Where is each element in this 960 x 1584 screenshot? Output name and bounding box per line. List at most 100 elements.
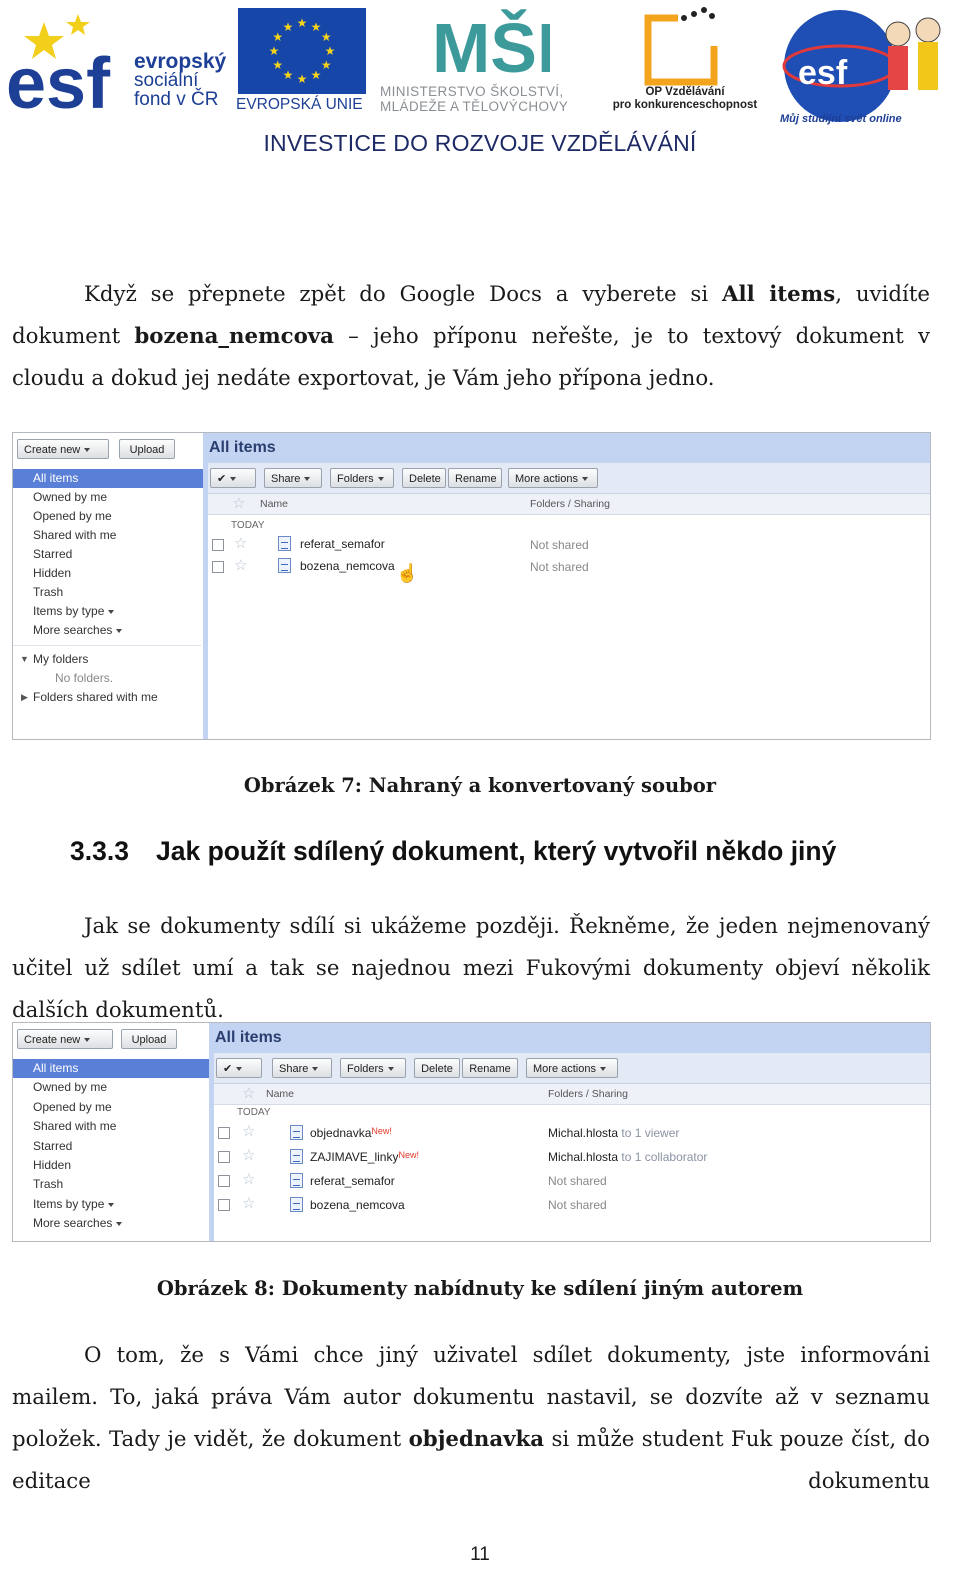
group-today: TODAY xyxy=(231,520,265,531)
table-row[interactable]: ☆ bozena_nemcova ☝ Not shared xyxy=(208,555,930,583)
more-actions-button[interactable]: More actions xyxy=(508,468,598,488)
row-checkbox[interactable] xyxy=(218,1151,230,1163)
delete-button[interactable]: Delete xyxy=(414,1058,460,1078)
create-new-button[interactable]: Create new xyxy=(17,439,109,459)
row-sharing: Michal.hlosta to 1 collaborator xyxy=(548,1150,708,1164)
chevron-down-icon xyxy=(84,448,91,453)
svg-text:MŠMT: MŠMT xyxy=(432,8,550,84)
sidebar-item-shared-folders[interactable]: ▶ Folders shared with me xyxy=(13,688,158,707)
star-icon[interactable]: ☆ xyxy=(234,536,247,551)
sidebar-item-owned[interactable]: Owned by me xyxy=(13,488,107,507)
sidebar-item-opened[interactable]: Opened by me xyxy=(13,507,112,526)
row-checkbox[interactable] xyxy=(218,1127,230,1139)
sidebar-item-shared[interactable]: Shared with me xyxy=(13,1117,116,1136)
sidebar-item-all-items[interactable]: All items xyxy=(13,1059,209,1078)
row-filename[interactable]: bozena_nemcova xyxy=(310,1198,405,1212)
chevron-down-icon xyxy=(236,1067,243,1072)
msmt-logo: MŠMT xyxy=(432,8,550,84)
rename-button[interactable]: Rename xyxy=(448,468,502,488)
sidebar-item-trash[interactable]: Trash xyxy=(13,1175,63,1194)
para1-all-items: All items xyxy=(722,282,836,307)
rename-button[interactable]: Rename xyxy=(462,1058,518,1078)
star-icon[interactable]: ☆ xyxy=(234,558,247,573)
checkmark-icon: ✔ xyxy=(223,1063,233,1075)
row-sharing: Not shared xyxy=(548,1174,607,1188)
document-icon xyxy=(278,536,291,551)
upload-button[interactable]: Upload xyxy=(121,1029,177,1049)
chevron-down-icon xyxy=(387,1067,394,1072)
share-button[interactable]: Share xyxy=(264,468,322,488)
table-row[interactable]: ☆ referat_semafor Not shared xyxy=(214,1169,930,1191)
sidebar-item-trash[interactable]: Trash xyxy=(13,583,63,602)
sidebar-item-shared[interactable]: Shared with me xyxy=(13,526,116,545)
row-filename[interactable]: ZAJIMAVE_linkyNew! xyxy=(310,1150,419,1164)
delete-button[interactable]: Delete xyxy=(402,468,446,488)
sidebar-item-starred[interactable]: Starred xyxy=(13,545,72,564)
para2-text: Jak se dokumenty sdílí si ukážeme pozděj… xyxy=(12,914,930,1023)
column-sharing[interactable]: Folders / Sharing xyxy=(548,1088,628,1100)
row-sharing: Not shared xyxy=(548,1198,607,1212)
row-sharing: Michal.hlosta to 1 viewer xyxy=(548,1126,680,1140)
share-button[interactable]: Share xyxy=(272,1058,332,1078)
para1-part-a: Když se přepnete zpět do Google Docs a v… xyxy=(84,282,722,307)
sidebar-item-more-searches[interactable]: More searches xyxy=(13,1214,123,1233)
toolbar: ✔ Share Folders Delete Rename More actio… xyxy=(208,463,930,494)
section-title: Jak použít sdílený dokument, který vytvo… xyxy=(156,836,837,866)
eu-star-icon: ★ xyxy=(311,20,322,34)
sidebar-item-starred[interactable]: Starred xyxy=(13,1137,72,1156)
row-checkbox[interactable] xyxy=(212,539,224,551)
sidebar-item-hidden[interactable]: Hidden xyxy=(13,564,71,583)
row-checkbox[interactable] xyxy=(212,561,224,573)
sidebar-item-more-searches[interactable]: More searches xyxy=(13,621,123,640)
banner-title: All items xyxy=(209,439,276,456)
eu-star-icon: ★ xyxy=(297,16,308,30)
star-icon[interactable]: ☆ xyxy=(242,1172,255,1187)
table-row[interactable]: ☆ referat_semafor Not shared xyxy=(208,533,930,555)
eu-star-icon: ★ xyxy=(321,58,332,72)
star-icon[interactable]: ☆ xyxy=(242,1148,255,1163)
table-row[interactable]: ☆ objednavkaNew! Michal.hlosta to 1 view… xyxy=(214,1121,930,1143)
create-new-button[interactable]: Create new xyxy=(17,1029,113,1049)
table-row[interactable]: ☆ ZAJIMAVE_linkyNew! Michal.hlosta to 1 … xyxy=(214,1145,930,1167)
row-filename[interactable]: referat_semafor xyxy=(300,537,385,551)
folders-button[interactable]: Folders xyxy=(340,1058,406,1078)
shared-document-icon xyxy=(290,1125,303,1140)
esf-logo: esf xyxy=(6,14,111,112)
svg-text:Můj studijní svět online: Můj studijní svět online xyxy=(780,113,902,125)
row-filename[interactable]: referat_semafor xyxy=(310,1174,395,1188)
row-filename[interactable]: bozena_nemcova xyxy=(300,559,395,573)
caption-figure-8: Obrázek 8: Dokumenty nabídnuty ke sdílen… xyxy=(156,1277,804,1300)
column-sharing[interactable]: Folders / Sharing xyxy=(530,498,610,510)
no-folders-label: No folders. xyxy=(55,671,114,685)
table-row[interactable]: ☆ bozena_nemcova Not shared xyxy=(214,1193,930,1215)
sidebar-item-items-by-type[interactable]: Items by type xyxy=(13,1195,115,1214)
column-name[interactable]: Name xyxy=(266,1088,294,1100)
eu-label: EVROPSKÁ UNIE xyxy=(236,96,363,113)
star-icon[interactable]: ☆ xyxy=(242,1196,255,1211)
select-checkbox-menu[interactable]: ✔ xyxy=(210,468,256,488)
triangle-down-icon: ▼ xyxy=(20,654,29,664)
folders-button[interactable]: Folders xyxy=(330,468,394,488)
sidebar-item-my-folders[interactable]: ▼ My folders xyxy=(13,650,88,669)
sidebar-item-hidden[interactable]: Hidden xyxy=(13,1156,71,1175)
row-checkbox[interactable] xyxy=(218,1175,230,1187)
row-filename[interactable]: objednavkaNew! xyxy=(310,1126,392,1140)
sidebar-item-opened[interactable]: Opened by me xyxy=(13,1098,112,1117)
select-checkbox-menu[interactable]: ✔ xyxy=(216,1058,262,1078)
screenshot-figure-7: Create new Upload All items All items Ow… xyxy=(12,432,931,740)
esf-line-1: evropský xyxy=(134,50,227,73)
row-checkbox[interactable] xyxy=(218,1199,230,1211)
chevron-down-icon xyxy=(116,1221,123,1226)
caption-figure-7: Obrázek 7: Nahraný a konvertovaný soubor xyxy=(243,774,717,797)
sidebar-item-items-by-type[interactable]: Items by type xyxy=(13,602,115,621)
header-logos: esf evropský sociální fond v ČR ★ ★ ★ ★ ★ ★ ★ ★… xyxy=(0,0,960,130)
msmt-line-2: MLÁDEŽE A TĚLOVÝCHOVY xyxy=(380,99,569,114)
upload-button[interactable]: Upload xyxy=(119,439,175,459)
star-icon[interactable]: ☆ xyxy=(242,1124,255,1139)
column-header: ☆ Name Folders / Sharing xyxy=(208,494,930,515)
column-name[interactable]: Name xyxy=(260,498,288,510)
eu-star-icon: ★ xyxy=(321,30,332,44)
sidebar-item-owned[interactable]: Owned by me xyxy=(13,1078,107,1097)
sidebar-item-all-items[interactable]: All items xyxy=(13,469,203,488)
more-actions-button[interactable]: More actions xyxy=(526,1058,618,1078)
